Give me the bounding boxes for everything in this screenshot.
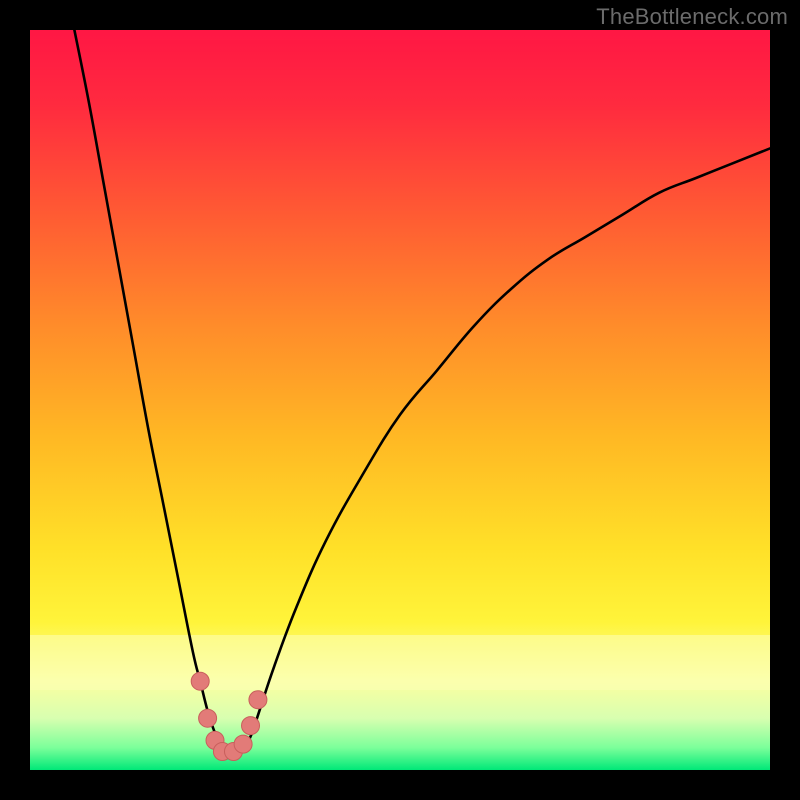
curve-layer xyxy=(30,30,770,770)
chart-stage: TheBottleneck.com xyxy=(0,0,800,800)
highlighted-markers xyxy=(191,672,267,760)
marker-point xyxy=(191,672,209,690)
marker-point xyxy=(234,735,252,753)
marker-point xyxy=(199,709,217,727)
watermark-text: TheBottleneck.com xyxy=(596,4,788,30)
bottleneck-curve xyxy=(74,30,770,756)
plot-area xyxy=(30,30,770,770)
marker-point xyxy=(249,691,267,709)
marker-point xyxy=(242,717,260,735)
